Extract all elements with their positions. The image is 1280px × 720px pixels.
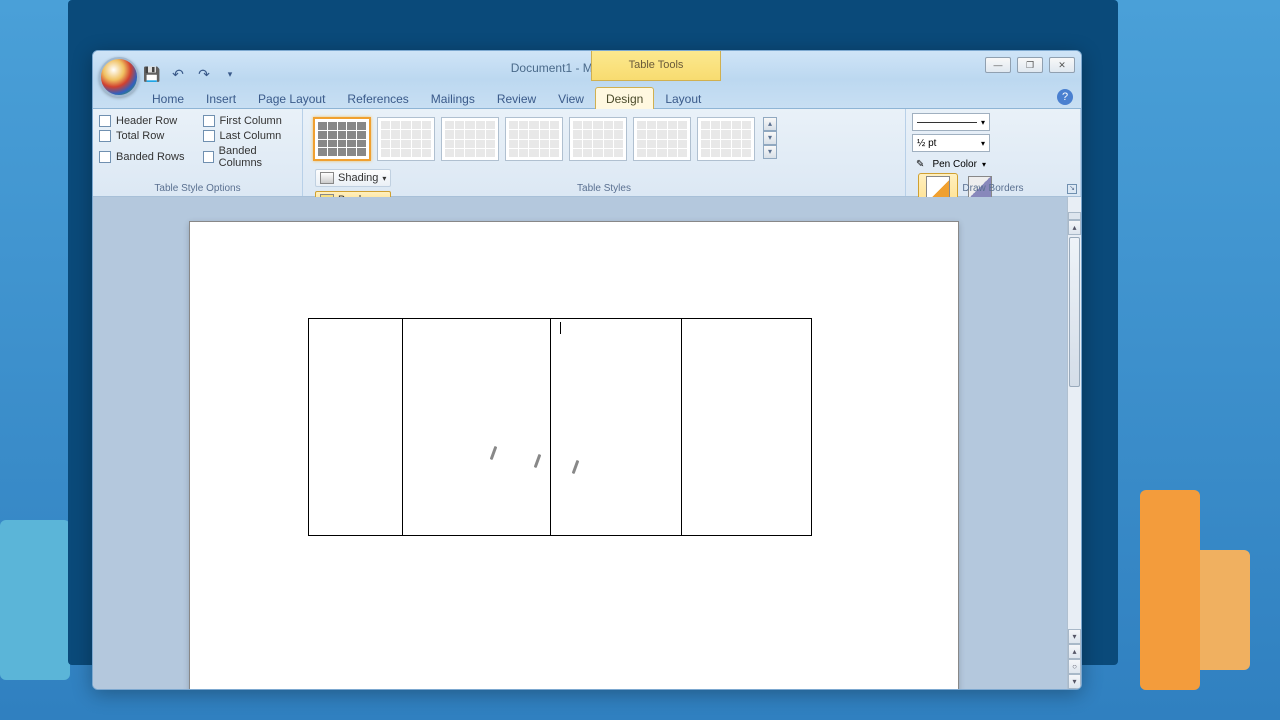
scroll-down-button[interactable]: ▾ xyxy=(1068,629,1081,644)
group-launcher[interactable]: ↘ xyxy=(1067,184,1077,194)
checkbox-icon xyxy=(99,115,111,127)
check-label: Total Row xyxy=(116,130,164,142)
dropdown-icon: ▾ xyxy=(981,139,985,148)
group-label: Table Styles xyxy=(303,183,905,194)
tab-home[interactable]: Home xyxy=(141,87,195,111)
split-handle[interactable] xyxy=(1068,212,1081,220)
group-label: Table Style Options xyxy=(93,183,302,194)
checkbox-icon xyxy=(203,130,215,142)
group-table-styles: ▴ ▾ ▾ Shading▾ Borders▾ Table Styles xyxy=(303,109,906,196)
document-area[interactable] xyxy=(93,197,1067,689)
dropdown-icon: ▾ xyxy=(982,160,986,169)
check-label: Banded Columns xyxy=(219,145,296,169)
previous-page-button[interactable]: ▴ xyxy=(1068,644,1081,659)
gallery-scroll: ▴ ▾ ▾ xyxy=(763,117,777,161)
check-label: Banded Rows xyxy=(116,151,185,163)
line-preview-icon xyxy=(917,122,977,123)
style-thumb-3[interactable] xyxy=(441,117,499,161)
scroll-up-button[interactable]: ▴ xyxy=(1068,220,1081,235)
tab-insert[interactable]: Insert xyxy=(195,87,247,111)
pen-color-label: Pen Color xyxy=(932,159,976,170)
maximize-button[interactable]: ❐ xyxy=(1017,57,1043,73)
text-cursor xyxy=(560,322,561,334)
help-button[interactable]: ? xyxy=(1057,89,1073,105)
check-label: Header Row xyxy=(116,115,177,127)
desktop-decoration-right xyxy=(1140,490,1200,690)
tab-references[interactable]: References xyxy=(336,87,419,111)
window-title: Document1 - Microsoft Word xyxy=(93,61,1081,75)
gallery-more-button[interactable]: ▾ xyxy=(763,145,777,159)
check-first-column[interactable]: First Column xyxy=(203,115,297,127)
dropdown-icon: ▾ xyxy=(382,174,386,183)
ribbon-tabstrip: Home Insert Page Layout References Maili… xyxy=(141,87,712,111)
tab-review[interactable]: Review xyxy=(486,87,547,111)
style-thumb-4[interactable] xyxy=(505,117,563,161)
check-total-row[interactable]: Total Row xyxy=(99,130,193,142)
word-window: 💾 ↶ ↷ ▾ Document1 - Microsoft Word Table… xyxy=(92,50,1082,690)
check-last-column[interactable]: Last Column xyxy=(203,130,297,142)
check-banded-columns[interactable]: Banded Columns xyxy=(203,145,297,169)
style-thumb-7[interactable] xyxy=(697,117,755,161)
document-page[interactable] xyxy=(189,221,959,689)
style-thumb-5[interactable] xyxy=(569,117,627,161)
close-button[interactable]: ✕ xyxy=(1049,57,1075,73)
tab-mailings[interactable]: Mailings xyxy=(420,87,486,111)
style-thumb-2[interactable] xyxy=(377,117,435,161)
gallery-scroll-up[interactable]: ▴ xyxy=(763,117,777,131)
desktop-decoration-left xyxy=(0,520,70,680)
checkbox-icon xyxy=(203,151,214,163)
check-label: Last Column xyxy=(220,130,282,142)
group-draw-borders: ▾ ½ pt▾ ✎Pen Color▾ Draw Table Eraser Dr… xyxy=(906,109,1081,196)
tab-page-layout[interactable]: Page Layout xyxy=(247,87,336,111)
line-style-combo[interactable]: ▾ xyxy=(912,113,990,131)
line-weight-value: ½ pt xyxy=(917,138,936,149)
ribbon: Header Row First Column Total Row Last C… xyxy=(93,109,1081,197)
table-style-gallery: ▴ ▾ ▾ xyxy=(309,113,781,165)
contextual-tab-label: Table Tools xyxy=(591,51,721,81)
line-weight-combo[interactable]: ½ pt ▾ xyxy=(912,134,990,152)
tab-layout[interactable]: Layout xyxy=(654,87,712,111)
window-controls: — ❐ ✕ xyxy=(985,57,1075,73)
tab-design[interactable]: Design xyxy=(595,87,654,111)
check-header-row[interactable]: Header Row xyxy=(99,115,193,127)
style-thumb-6[interactable] xyxy=(633,117,691,161)
dropdown-icon: ▾ xyxy=(981,118,985,127)
checkbox-icon xyxy=(99,151,111,163)
document-table[interactable] xyxy=(308,318,812,536)
group-label: Draw Borders xyxy=(906,183,1080,194)
browse-object-button[interactable]: ○ xyxy=(1068,659,1081,674)
minimize-button[interactable]: — xyxy=(985,57,1011,73)
checkbox-icon xyxy=(99,130,111,142)
checkbox-icon xyxy=(203,115,215,127)
vertical-scrollbar[interactable]: ▴ ▾ ▴ ○ ▾ xyxy=(1067,197,1081,689)
pen-color-button[interactable]: ✎ Pen Color ▾ xyxy=(912,155,990,173)
titlebar: 💾 ↶ ↷ ▾ Document1 - Microsoft Word Table… xyxy=(93,51,1081,109)
scrollbar-thumb[interactable] xyxy=(1069,237,1080,387)
gallery-scroll-down[interactable]: ▾ xyxy=(763,131,777,145)
pen-icon: ✎ xyxy=(916,159,924,170)
tab-view[interactable]: View xyxy=(547,87,595,111)
group-table-style-options: Header Row First Column Total Row Last C… xyxy=(93,109,303,196)
check-label: First Column xyxy=(220,115,282,127)
check-banded-rows[interactable]: Banded Rows xyxy=(99,145,193,169)
style-thumb-1[interactable] xyxy=(313,117,371,161)
next-page-button[interactable]: ▾ xyxy=(1068,674,1081,689)
